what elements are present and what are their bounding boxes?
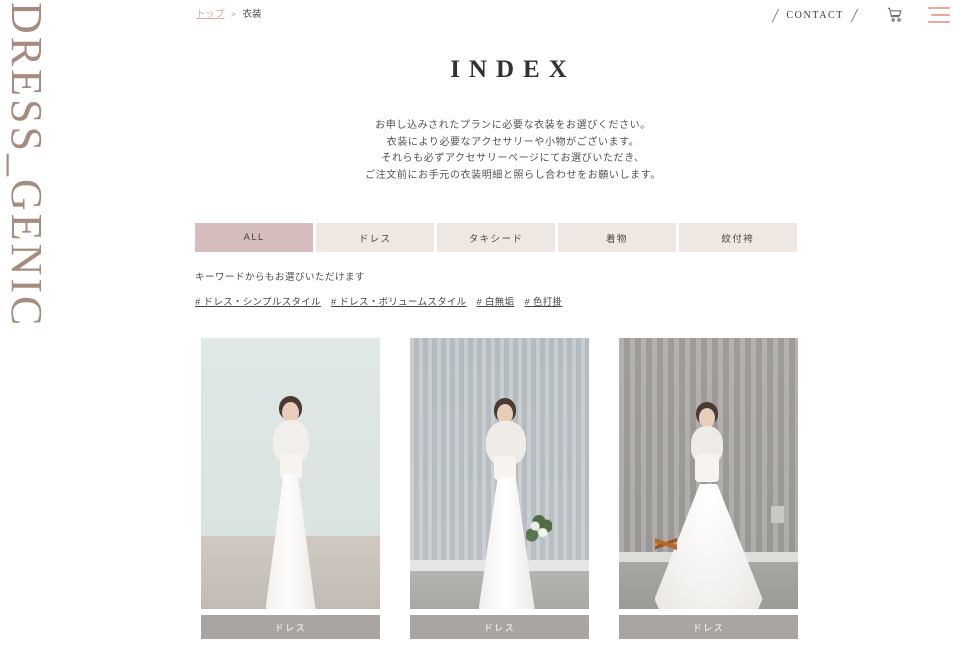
menu-line-1 bbox=[928, 7, 950, 10]
photo-scene bbox=[619, 338, 798, 609]
product-label: ドレス bbox=[619, 615, 798, 639]
keyword-tag-list: # ドレス・シンプルスタイル # ドレス・ボリュームスタイル # 白無垢 # 色… bbox=[195, 294, 960, 308]
filter-tab-tuxedo[interactable]: タキシード bbox=[436, 223, 556, 252]
intro-line-4: ご注文前にお手元の衣装明細と照らし合わせをお願いします。 bbox=[365, 169, 661, 181]
filter-tab-all[interactable]: ALL bbox=[195, 223, 314, 252]
main-content: INDEX お申し込みされたプランに必要な衣装をお選びください。 衣装により必要… bbox=[66, 34, 960, 649]
brand-logo-rail[interactable]: DRESS_GENIC bbox=[0, 0, 66, 649]
bride-figure bbox=[246, 394, 336, 609]
dried-botanicals bbox=[654, 522, 677, 566]
breadcrumb: トップ > 衣装 bbox=[196, 6, 261, 20]
intro-line-3: それらも必ずアクセサリーページにてお選びいただき、 bbox=[381, 153, 645, 164]
site-header: トップ > 衣装 CONTACT bbox=[66, 0, 960, 34]
breadcrumb-separator: > bbox=[231, 10, 236, 19]
product-card[interactable]: ドレス bbox=[619, 338, 798, 639]
brand-logo-text: DRESS_GENIC bbox=[2, 2, 51, 329]
filter-tab-dress[interactable]: ドレス bbox=[315, 223, 435, 252]
menu-line-2 bbox=[931, 13, 950, 17]
menu-line-3 bbox=[928, 20, 950, 23]
product-card[interactable]: ドレス bbox=[201, 338, 380, 639]
bouquet bbox=[525, 514, 552, 544]
head bbox=[698, 408, 715, 428]
intro-line-1: お申し込みされたプランに必要な衣装をお選びください。 bbox=[375, 120, 651, 131]
wall-outlet bbox=[770, 506, 784, 524]
bride-figure bbox=[649, 394, 769, 609]
product-label: ドレス bbox=[410, 615, 589, 639]
keyword-tag-volume-style[interactable]: # ドレス・ボリュームスタイル bbox=[331, 294, 467, 308]
breadcrumb-current: 衣装 bbox=[242, 9, 262, 20]
product-image-3[interactable] bbox=[619, 338, 798, 609]
product-image-1[interactable] bbox=[201, 338, 380, 609]
bride-figure bbox=[459, 394, 555, 609]
hamburger-menu-icon[interactable] bbox=[928, 7, 950, 23]
keyword-heading: キーワードからもお選びいただけます bbox=[195, 272, 366, 283]
filter-tab-montsuki[interactable]: 紋付袴 bbox=[678, 223, 798, 252]
keyword-tag-shiromuku[interactable]: # 白無垢 bbox=[476, 294, 514, 308]
product-grid: ドレス ドレス ドレス bbox=[201, 338, 960, 639]
intro-text: お申し込みされたプランに必要な衣装をお選びください。 衣装により必要なアクセサリ… bbox=[66, 118, 960, 184]
filter-tab-kimono[interactable]: 着物 bbox=[557, 223, 677, 252]
page-title: INDEX bbox=[450, 56, 576, 83]
bodice bbox=[694, 454, 719, 482]
intro-line-2: 衣装により必要なアクセサリーや小物がございます。 bbox=[386, 136, 640, 148]
photo-scene bbox=[410, 338, 589, 609]
slash-left-icon bbox=[770, 8, 781, 23]
keyword-tag-irouchikake[interactable]: # 色打掛 bbox=[524, 294, 562, 308]
keyword-tag-simple-style[interactable]: # ドレス・シンプルスタイル bbox=[195, 294, 321, 308]
bodice bbox=[493, 456, 516, 480]
breadcrumb-home-link[interactable]: トップ bbox=[196, 9, 225, 20]
product-label: ドレス bbox=[201, 615, 380, 639]
shopping-cart-icon[interactable] bbox=[886, 6, 904, 24]
photo-scene bbox=[201, 338, 380, 609]
category-filter-bar: ALL ドレス タキシード 着物 紋付袴 bbox=[195, 223, 798, 252]
product-card[interactable]: ドレス bbox=[410, 338, 589, 639]
slash-right-icon bbox=[849, 8, 860, 23]
header-actions: CONTACT bbox=[770, 6, 950, 24]
product-image-2[interactable] bbox=[410, 338, 589, 609]
contact-label[interactable]: CONTACT bbox=[786, 10, 844, 21]
contact-link[interactable]: CONTACT bbox=[770, 8, 860, 23]
skirt bbox=[265, 474, 316, 609]
